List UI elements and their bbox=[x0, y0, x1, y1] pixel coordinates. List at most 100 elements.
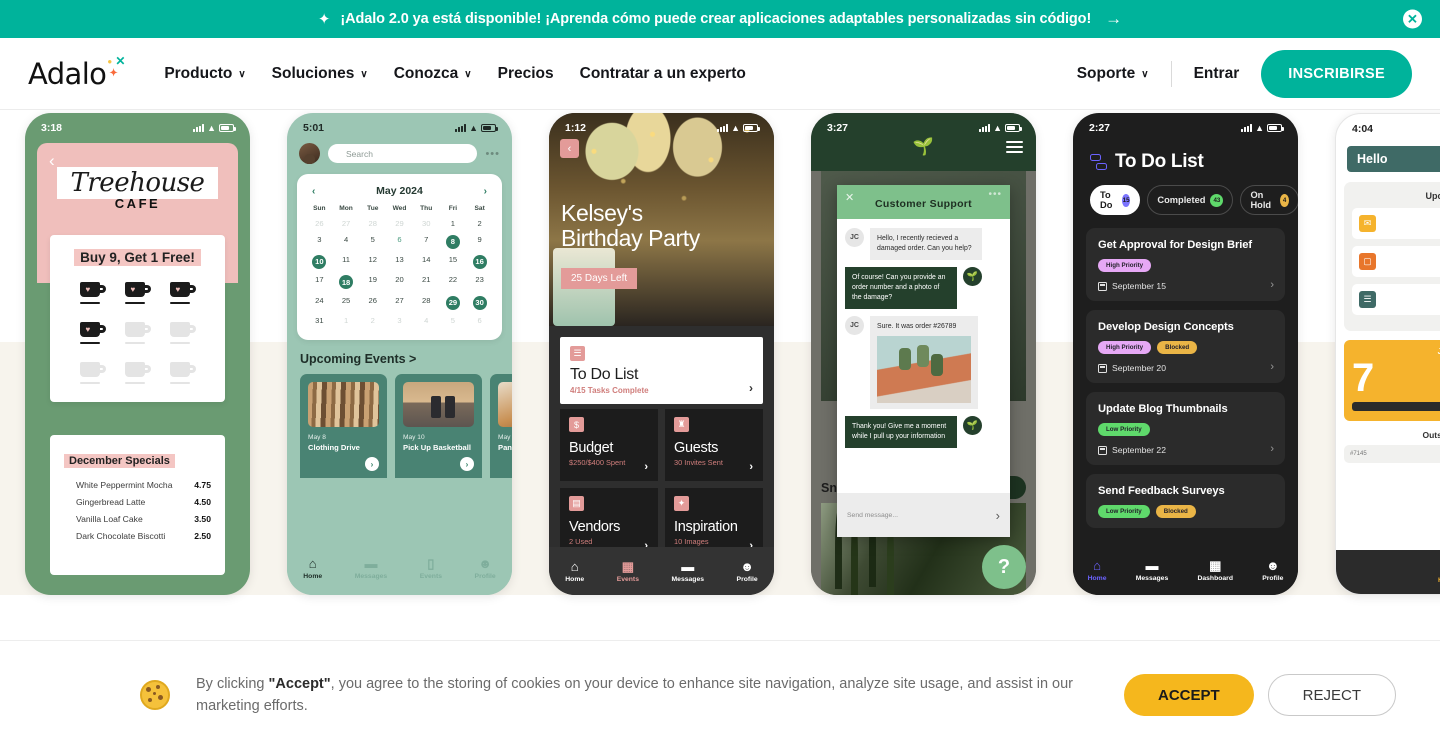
calendar-day[interactable]: 30 bbox=[466, 293, 493, 313]
status-filter-chips[interactable]: To Do 15 Completed 43 On Hold 4 bbox=[1073, 173, 1298, 215]
task-card[interactable]: Get Approval for Design Brief High Prior… bbox=[1086, 228, 1285, 301]
phone-mockup-invoices-partial[interactable]: 4:04 Hello Upcoming ✉ ▢ ☰ June 7 Outstan… bbox=[1335, 113, 1440, 595]
tab-home[interactable]: ⌂Home bbox=[1088, 559, 1107, 582]
tab-dashboard[interactable]: ▦ Dashboard bbox=[1197, 559, 1233, 582]
upcoming-item[interactable]: ▢ bbox=[1352, 246, 1440, 277]
next-month-icon[interactable]: › bbox=[484, 186, 487, 197]
calendar-day[interactable]: 13 bbox=[386, 252, 413, 272]
phone-carousel[interactable]: 3:18 ▲ ‹ Treehouse CAFE Buy 9, Get 1 Fre… bbox=[0, 110, 1440, 707]
calendar-day[interactable]: 16 bbox=[466, 252, 493, 272]
calendar-day[interactable]: 5 bbox=[359, 231, 386, 251]
search-input[interactable]: Search bbox=[328, 144, 478, 163]
calendar-day[interactable]: 12 bbox=[359, 252, 386, 272]
chevron-right-icon[interactable]: › bbox=[1270, 361, 1274, 373]
calendar-day[interactable]: 29 bbox=[386, 216, 413, 231]
adalo-logo[interactable]: Adalo ● ✕ ✦ bbox=[28, 55, 126, 91]
calendar-day[interactable]: 6 bbox=[386, 231, 413, 251]
nav-item-soluciones[interactable]: Soluciones ∨ bbox=[272, 65, 368, 83]
calendar-day[interactable]: 27 bbox=[386, 293, 413, 313]
bottom-tab-bar[interactable]: ⌂ Home ▦ Events ▬ Messages ☻ Profile bbox=[549, 547, 774, 595]
calendar-day[interactable]: 5 bbox=[440, 313, 467, 328]
tab-events[interactable]: ▦ Events bbox=[617, 560, 639, 583]
tab-profile[interactable]: ☻ Profile bbox=[1262, 559, 1283, 582]
chevron-right-icon[interactable]: › bbox=[460, 457, 474, 472]
bottom-tab-bar[interactable]: ⌂Home bbox=[1336, 550, 1440, 594]
tab-events[interactable]: ▯ Events bbox=[420, 557, 442, 580]
june-summary-card[interactable]: June 7 bbox=[1344, 340, 1440, 421]
task-card[interactable]: Send Feedback Surveys Low Priority Block… bbox=[1086, 474, 1285, 528]
calendar-day[interactable]: 1 bbox=[440, 216, 467, 231]
calendar-day[interactable]: 23 bbox=[466, 272, 493, 292]
upcoming-item[interactable]: ☰ bbox=[1352, 284, 1440, 315]
calendar-day[interactable]: 17 bbox=[306, 272, 333, 292]
calendar-day[interactable]: 28 bbox=[359, 216, 386, 231]
event-card[interactable]: May 10 Pick Up Basketball › bbox=[395, 374, 482, 479]
calendar-day[interactable]: 2 bbox=[466, 216, 493, 231]
chip-on-hold[interactable]: On Hold 4 bbox=[1240, 185, 1298, 215]
chevron-right-icon[interactable]: › bbox=[1270, 279, 1274, 291]
task-card[interactable]: Develop Design Concepts High Priority Bl… bbox=[1086, 310, 1285, 383]
chip-todo[interactable]: To Do 15 bbox=[1090, 185, 1141, 215]
calendar-day[interactable]: 26 bbox=[306, 216, 333, 231]
calendar-day[interactable]: 3 bbox=[386, 313, 413, 328]
calendar-day[interactable]: 21 bbox=[413, 272, 440, 292]
send-message-input[interactable]: Send message... bbox=[847, 512, 898, 519]
arrow-right-icon[interactable]: → bbox=[1105, 9, 1122, 29]
calendar-day[interactable]: 20 bbox=[386, 272, 413, 292]
phone-mockup-calendar-events[interactable]: 5:01 ▲ Search ••• ‹ May 2024 › Sun Mon T… bbox=[287, 113, 512, 595]
calendar-day[interactable]: 24 bbox=[306, 293, 333, 313]
customer-support-modal[interactable]: ✕ Customer Support ••• JC Hello, I recen… bbox=[837, 185, 1010, 537]
task-card[interactable]: Update Blog Thumbnails Low Priority Sept… bbox=[1086, 392, 1285, 465]
invoice-row[interactable]: #7145 bbox=[1344, 445, 1440, 463]
calendar-day[interactable]: 3 bbox=[306, 231, 333, 251]
calendar-day[interactable]: 22 bbox=[440, 272, 467, 292]
avatar[interactable] bbox=[299, 143, 320, 164]
calendar-day[interactable]: 18 bbox=[333, 272, 360, 292]
calendar-day[interactable]: 10 bbox=[306, 252, 333, 272]
task-list[interactable]: Get Approval for Design Brief High Prior… bbox=[1073, 215, 1298, 528]
chevron-right-icon[interactable]: › bbox=[749, 381, 753, 395]
nav-item-contratar-experto[interactable]: Contratar a un experto bbox=[580, 65, 746, 83]
close-icon[interactable]: ✕ bbox=[845, 191, 854, 204]
event-card[interactable]: May 8 Clothing Drive › bbox=[300, 374, 387, 479]
tile-budget[interactable]: $ Budget $250/$400 Spent › bbox=[560, 409, 658, 481]
chip-completed[interactable]: Completed 43 bbox=[1147, 185, 1234, 215]
calendar-day[interactable]: 15 bbox=[440, 252, 467, 272]
announcement-content[interactable]: ✦ ¡Adalo 2.0 ya está disponible! ¡Aprend… bbox=[318, 9, 1122, 29]
signup-button[interactable]: INSCRIBIRSE bbox=[1261, 49, 1412, 98]
calendar-day-grid[interactable]: 26 27 28 29 30 1 2 3 4 5 6 7 8 9 10 11 12 13 14 15 16 17 18 19 2… bbox=[306, 216, 493, 328]
calendar-day[interactable]: 9 bbox=[466, 231, 493, 251]
calendar-day[interactable]: 1 bbox=[333, 313, 360, 328]
calendar-day[interactable]: 28 bbox=[413, 293, 440, 313]
calendar-day[interactable]: 26 bbox=[359, 293, 386, 313]
calendar-day[interactable]: 29 bbox=[440, 293, 467, 313]
calendar-day[interactable]: 27 bbox=[333, 216, 360, 231]
chevron-right-icon[interactable]: › bbox=[1270, 443, 1274, 455]
more-options-icon[interactable]: ••• bbox=[988, 189, 1002, 200]
calendar-day[interactable]: 7 bbox=[413, 231, 440, 251]
calendar-widget[interactable]: ‹ May 2024 › Sun Mon Tue Wed Thu Fri Sat… bbox=[297, 174, 502, 341]
accept-cookies-button[interactable]: ACCEPT bbox=[1123, 674, 1254, 716]
nav-item-soporte[interactable]: Soporte ∨ bbox=[1077, 65, 1149, 83]
calendar-day[interactable]: 25 bbox=[333, 293, 360, 313]
calendar-day[interactable]: 2 bbox=[359, 313, 386, 328]
prev-month-icon[interactable]: ‹ bbox=[312, 186, 315, 197]
reject-cookies-button[interactable]: REJECT bbox=[1267, 674, 1396, 716]
tab-profile[interactable]: ☻ Profile bbox=[475, 557, 496, 580]
calendar-day[interactable]: 31 bbox=[306, 313, 333, 328]
tile-guests[interactable]: ♜ Guests 30 Invites Sent › bbox=[665, 409, 763, 481]
nav-item-producto[interactable]: Producto ∨ bbox=[164, 65, 245, 83]
calendar-day[interactable]: 4 bbox=[413, 313, 440, 328]
more-options-icon[interactable]: ••• bbox=[485, 148, 500, 160]
tab-home[interactable]: ⌂Home bbox=[565, 560, 584, 583]
chevron-right-icon[interactable]: › bbox=[365, 457, 379, 472]
upcoming-events-title[interactable]: Upcoming Events > bbox=[287, 340, 512, 374]
login-link[interactable]: Entrar bbox=[1194, 65, 1240, 83]
upcoming-events-list[interactable]: May 8 Clothing Drive › May 10 Pick Up Ba… bbox=[287, 374, 512, 479]
nav-item-precios[interactable]: Precios bbox=[498, 65, 554, 83]
tab-messages[interactable]: ▬ Messages bbox=[355, 557, 388, 580]
phone-mockup-todo-list[interactable]: 2:27 ▲ To Do List To Do 15 Completed 43 … bbox=[1073, 113, 1298, 595]
calendar-day[interactable]: 19 bbox=[359, 272, 386, 292]
tab-messages[interactable]: ▬ Messages bbox=[672, 560, 705, 583]
bottom-tab-bar[interactable]: ⌂ Home ▬ Messages ▦ Dashboard ☻ Profile bbox=[1073, 545, 1298, 595]
